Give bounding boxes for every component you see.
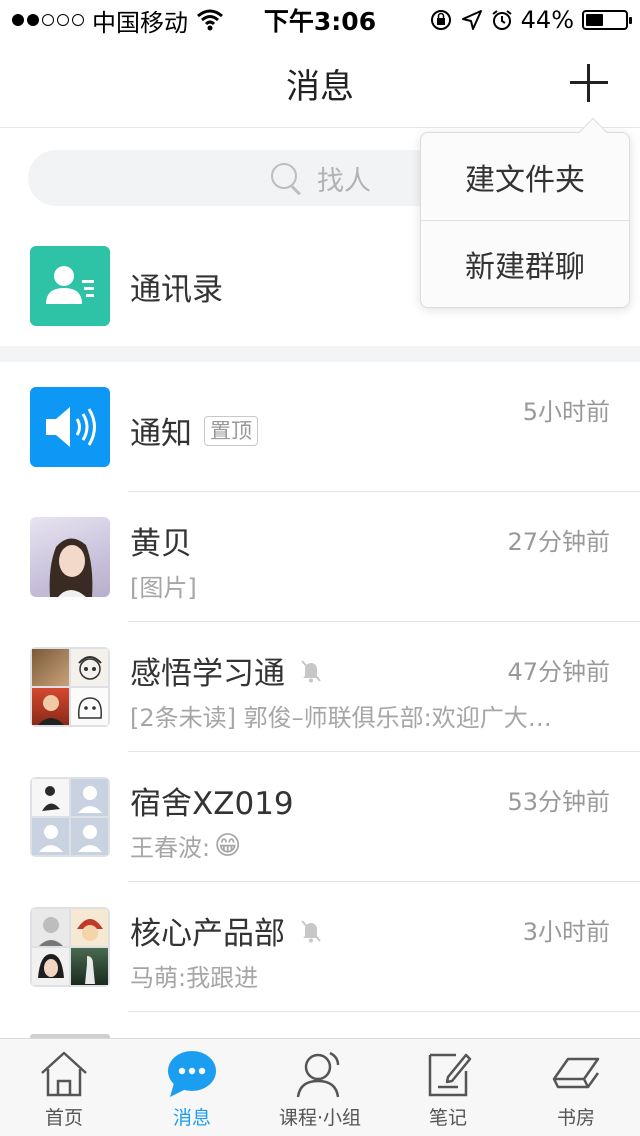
divider <box>128 1011 640 1012</box>
member-avatar <box>32 779 69 816</box>
message-time: 3小时前 <box>522 918 610 946</box>
search-icon <box>269 161 303 195</box>
message-name: 感悟学习通 <box>130 656 285 692</box>
speaker-icon <box>30 387 110 467</box>
tab-messages[interactable]: 消息 <box>128 1039 256 1136</box>
section-separator <box>0 346 640 362</box>
signal-strength-icon <box>12 14 84 26</box>
battery-fill <box>586 14 603 26</box>
tab-home[interactable]: 首页 <box>0 1039 128 1136</box>
nav-bar: 消息 <box>0 40 640 128</box>
create-folder-button[interactable]: 建文件夹 <box>421 133 629 220</box>
default-avatar-icon <box>71 818 108 855</box>
member-avatar <box>32 649 69 686</box>
tab-label: 笔记 <box>428 1107 467 1129</box>
home-icon <box>41 1051 87 1097</box>
preview-text: [图片] <box>130 574 197 602</box>
chat-bubble-icon <box>168 1051 216 1097</box>
message-name: 核心产品部 <box>130 916 285 952</box>
page-title: 消息 <box>286 67 354 107</box>
message-time: 47分钟前 <box>507 658 610 686</box>
tab-notes[interactable]: 笔记 <box>384 1039 512 1136</box>
default-avatar-icon <box>71 779 108 816</box>
message-name: 通知 <box>130 416 192 452</box>
message-name: 宿舍XZ019 <box>130 786 294 822</box>
group-avatar <box>30 907 110 987</box>
orientation-lock-icon <box>430 10 451 30</box>
list-item[interactable]: 通知 置顶 5小时前 <box>0 362 640 492</box>
group-avatar <box>30 647 110 727</box>
tab-courses-groups[interactable]: 课程·小组 <box>256 1039 384 1136</box>
plus-icon[interactable] <box>566 60 612 106</box>
message-name: 黄贝 <box>130 526 192 562</box>
message-list: 通知 置顶 5小时前 黄贝 27分钟前 [图片] 感悟学习通 47分钟前 [2条… <box>0 362 640 1012</box>
member-avatar <box>71 688 108 725</box>
preview-text: 王春波: <box>130 834 211 862</box>
mute-bell-icon <box>301 919 321 942</box>
member-avatar <box>71 649 108 686</box>
contact-card-icon <box>30 246 110 326</box>
member-avatar <box>32 688 69 725</box>
carrier-label: 中国移动 <box>92 8 188 37</box>
message-preview: 王春波: 😁 <box>130 828 590 863</box>
message-preview: [2条未读] 郭俊–师联俱乐部:欢迎广大… <box>130 698 590 733</box>
photo-avatar <box>30 517 110 597</box>
member-avatar <box>32 948 69 985</box>
tab-label: 书房 <box>556 1107 595 1129</box>
member-avatar <box>71 948 108 985</box>
status-time: 下午3:06 <box>263 7 377 36</box>
message-time: 53分钟前 <box>507 788 610 816</box>
message-preview: [图片] <box>130 568 590 603</box>
message-title: 宿舍XZ019 <box>130 778 294 823</box>
message-title: 通知 置顶 <box>130 408 258 453</box>
search-placeholder: 找人 <box>317 165 371 197</box>
contacts-label: 通讯录 <box>130 271 223 308</box>
message-time: 27分钟前 <box>507 528 610 556</box>
tab-label: 首页 <box>44 1107 83 1129</box>
mute-bell-icon <box>301 659 321 682</box>
list-item[interactable]: 感悟学习通 47分钟前 [2条未读] 郭俊–师联俱乐部:欢迎广大… <box>0 622 640 752</box>
preview-text: [2条未读] 郭俊–师联俱乐部:欢迎广大… <box>130 704 552 732</box>
message-time: 5小时前 <box>522 398 610 426</box>
battery-icon <box>582 10 632 30</box>
group-avatar <box>30 777 110 857</box>
tab-bar: 首页 消息 课程·小组 笔记 书房 <box>0 1038 640 1136</box>
list-item[interactable]: 黄贝 27分钟前 [图片] <box>0 492 640 622</box>
message-title: 感悟学习通 <box>130 648 325 693</box>
message-title: 核心产品部 <box>130 908 325 953</box>
default-avatar-icon <box>32 818 69 855</box>
alarm-icon <box>492 10 512 30</box>
book-icon <box>552 1057 600 1089</box>
member-avatar <box>32 909 69 946</box>
tab-library[interactable]: 书房 <box>512 1039 640 1136</box>
message-title: 黄贝 <box>130 518 192 563</box>
grin-emoji-icon: 😁 <box>214 830 242 861</box>
preview-text: 马萌:我跟进 <box>130 964 259 992</box>
new-group-chat-button[interactable]: 新建群聊 <box>421 220 629 307</box>
battery-percent: 44% <box>520 6 574 34</box>
message-preview: 马萌:我跟进 <box>130 958 590 993</box>
tab-label: 消息 <box>172 1107 211 1129</box>
list-item[interactable]: 核心产品部 3小时前 马萌:我跟进 <box>0 882 640 1012</box>
pinned-badge: 置顶 <box>204 415 258 446</box>
tab-label: 课程·小组 <box>278 1107 362 1129</box>
wifi-icon <box>197 9 223 31</box>
member-avatar <box>71 909 108 946</box>
location-icon <box>461 10 482 30</box>
status-bar: 中国移动 下午3:06 44% <box>0 0 640 40</box>
list-item[interactable]: 宿舍XZ019 53分钟前 王春波: 😁 <box>0 752 640 882</box>
add-popup-menu: 建文件夹 新建群聊 <box>420 117 630 308</box>
status-left: 中国移动 <box>12 3 224 38</box>
person-icon <box>296 1051 340 1098</box>
note-icon <box>428 1053 472 1097</box>
status-right: 44% <box>429 6 632 34</box>
